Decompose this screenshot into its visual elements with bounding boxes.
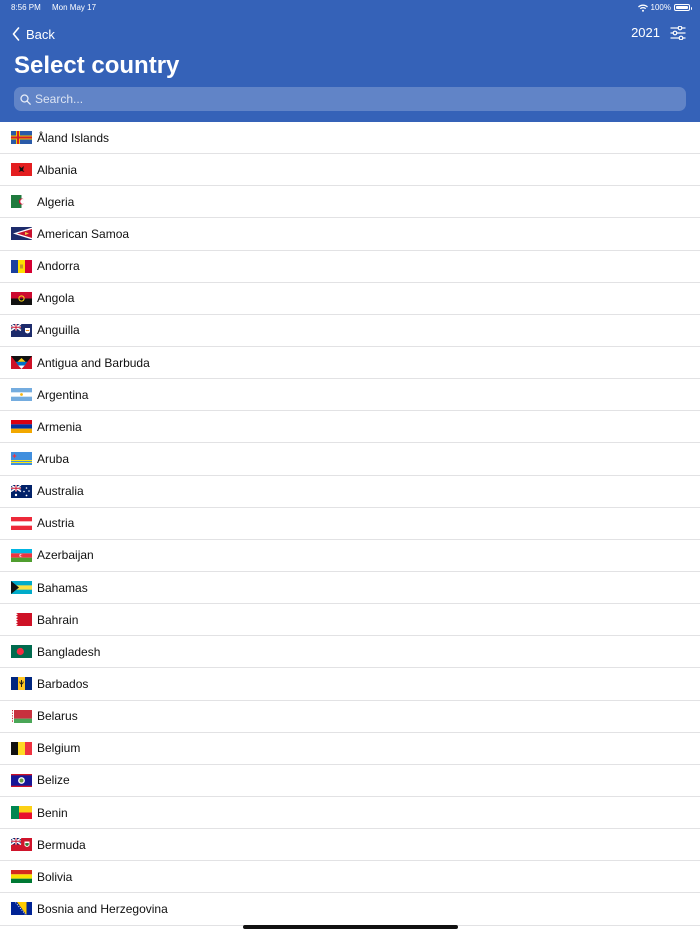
albania-flag-icon	[11, 163, 32, 177]
country-row-barbados[interactable]: Barbados	[0, 668, 700, 701]
country-name: Algeria	[37, 194, 75, 209]
argentina-flag-icon	[11, 388, 32, 402]
battery-icon	[674, 4, 692, 11]
search-input[interactable]	[35, 92, 635, 106]
year-filter: 2021	[631, 25, 686, 40]
algeria-flag-icon	[11, 195, 32, 209]
status-time: 8:56 PM	[11, 3, 41, 12]
country-row-bangladesh[interactable]: Bangladesh	[0, 636, 700, 669]
country-row-american-samoa[interactable]: American Samoa	[0, 218, 700, 251]
country-row-belize[interactable]: Belize	[0, 765, 700, 797]
country-name: Belarus	[37, 709, 78, 724]
country-name: Bermuda	[37, 837, 86, 852]
country-row-andorra[interactable]: Andorra	[0, 251, 700, 283]
battery-percentage: 100%	[650, 3, 671, 12]
country-row-australia[interactable]: Australia	[0, 476, 700, 508]
azerbaijan-flag-icon	[11, 548, 32, 562]
country-name: Belize	[37, 773, 70, 788]
belarus-flag-icon	[11, 709, 32, 723]
status-right: 100%	[637, 3, 692, 12]
country-row-benin[interactable]: Benin	[0, 797, 700, 830]
year-label[interactable]: 2021	[631, 25, 660, 40]
country-row-argentina[interactable]: Argentina	[0, 379, 700, 412]
country-row-belarus[interactable]: Belarus	[0, 701, 700, 733]
magnifier-icon	[20, 93, 31, 105]
country-row-anguilla[interactable]: Anguilla	[0, 315, 700, 347]
country-name: Angola	[37, 291, 75, 306]
country-row-angola[interactable]: Angola	[0, 283, 700, 315]
country-name: Antigua and Barbuda	[37, 355, 150, 370]
country-name: Andorra	[37, 259, 80, 274]
header: 8:56 PM Mon May 17 100% Back 2021 Select…	[0, 0, 700, 122]
country-name: Bahamas	[37, 580, 88, 595]
country-row-antigua-and-barbuda[interactable]: Antigua and Barbuda	[0, 347, 700, 380]
page-title: Select country	[14, 52, 180, 79]
bosnia-and-herzegovina-flag-icon	[11, 902, 32, 916]
country-name: Åland Islands	[37, 130, 110, 145]
antigua-and-barbuda-flag-icon	[11, 356, 32, 370]
aruba-flag-icon	[11, 452, 32, 466]
bahrain-flag-icon	[11, 613, 32, 627]
country-row-algeria[interactable]: Algeria	[0, 186, 700, 219]
status-date: Mon May 17	[52, 3, 97, 12]
barbados-flag-icon	[11, 677, 32, 691]
wifi-icon	[637, 4, 648, 12]
country-name: Armenia	[37, 419, 82, 434]
australia-flag-icon	[11, 484, 32, 498]
back-button[interactable]: Back	[12, 26, 55, 42]
country-list: Åland Islands Albania Algeria American S…	[0, 122, 700, 926]
country-name: Bolivia	[37, 869, 73, 884]
country-row-armenia[interactable]: Armenia	[0, 411, 700, 444]
home-indicator[interactable]	[243, 925, 458, 929]
country-row-belgium[interactable]: Belgium	[0, 733, 700, 765]
country-row-bahamas[interactable]: Bahamas	[0, 572, 700, 605]
country-name: Bosnia and Herzegovina	[37, 901, 168, 916]
country-name: Benin	[37, 805, 68, 820]
belize-flag-icon	[11, 773, 32, 787]
aland-islands-flag-icon	[11, 131, 32, 145]
bermuda-flag-icon	[11, 838, 32, 852]
american-samoa-flag-icon	[11, 227, 32, 241]
country-row-bahrain[interactable]: Bahrain	[0, 604, 700, 637]
country-row-bosnia-and-herzegovina[interactable]: Bosnia and Herzegovina	[0, 893, 700, 926]
back-label: Back	[26, 26, 55, 42]
benin-flag-icon	[11, 806, 32, 820]
country-name: Barbados	[37, 676, 89, 691]
belgium-flag-icon	[11, 741, 32, 755]
country-row-bermuda[interactable]: Bermuda	[0, 829, 700, 862]
country-row-aruba[interactable]: Aruba	[0, 443, 700, 476]
country-row-aland-islands[interactable]: Åland Islands	[0, 122, 700, 155]
country-name: Argentina	[37, 387, 89, 402]
status-bar: 8:56 PM Mon May 17 100%	[0, 3, 700, 15]
country-name: Aruba	[37, 451, 70, 466]
country-name: Anguilla	[37, 323, 80, 338]
country-name: Bangladesh	[37, 644, 101, 659]
country-name: Azerbaijan	[37, 548, 94, 563]
country-row-bolivia[interactable]: Bolivia	[0, 861, 700, 894]
armenia-flag-icon	[11, 420, 32, 434]
austria-flag-icon	[11, 516, 32, 530]
angola-flag-icon	[11, 291, 32, 305]
search-bar[interactable]	[14, 87, 686, 111]
country-name: Belgium	[37, 741, 81, 756]
country-row-austria[interactable]: Austria	[0, 508, 700, 540]
bahamas-flag-icon	[11, 581, 32, 595]
country-row-azerbaijan[interactable]: Azerbaijan	[0, 540, 700, 572]
country-name: Austria	[37, 516, 75, 531]
country-name: Albania	[37, 162, 78, 177]
country-row-albania[interactable]: Albania	[0, 154, 700, 187]
bolivia-flag-icon	[11, 870, 32, 884]
andorra-flag-icon	[11, 259, 32, 273]
anguilla-flag-icon	[11, 323, 32, 337]
country-name: Bahrain	[37, 612, 79, 627]
chevron-left-icon	[12, 27, 20, 41]
sliders-icon[interactable]	[670, 25, 686, 40]
country-name: Australia	[37, 484, 84, 499]
country-name: American Samoa	[37, 226, 130, 241]
bangladesh-flag-icon	[11, 645, 32, 659]
